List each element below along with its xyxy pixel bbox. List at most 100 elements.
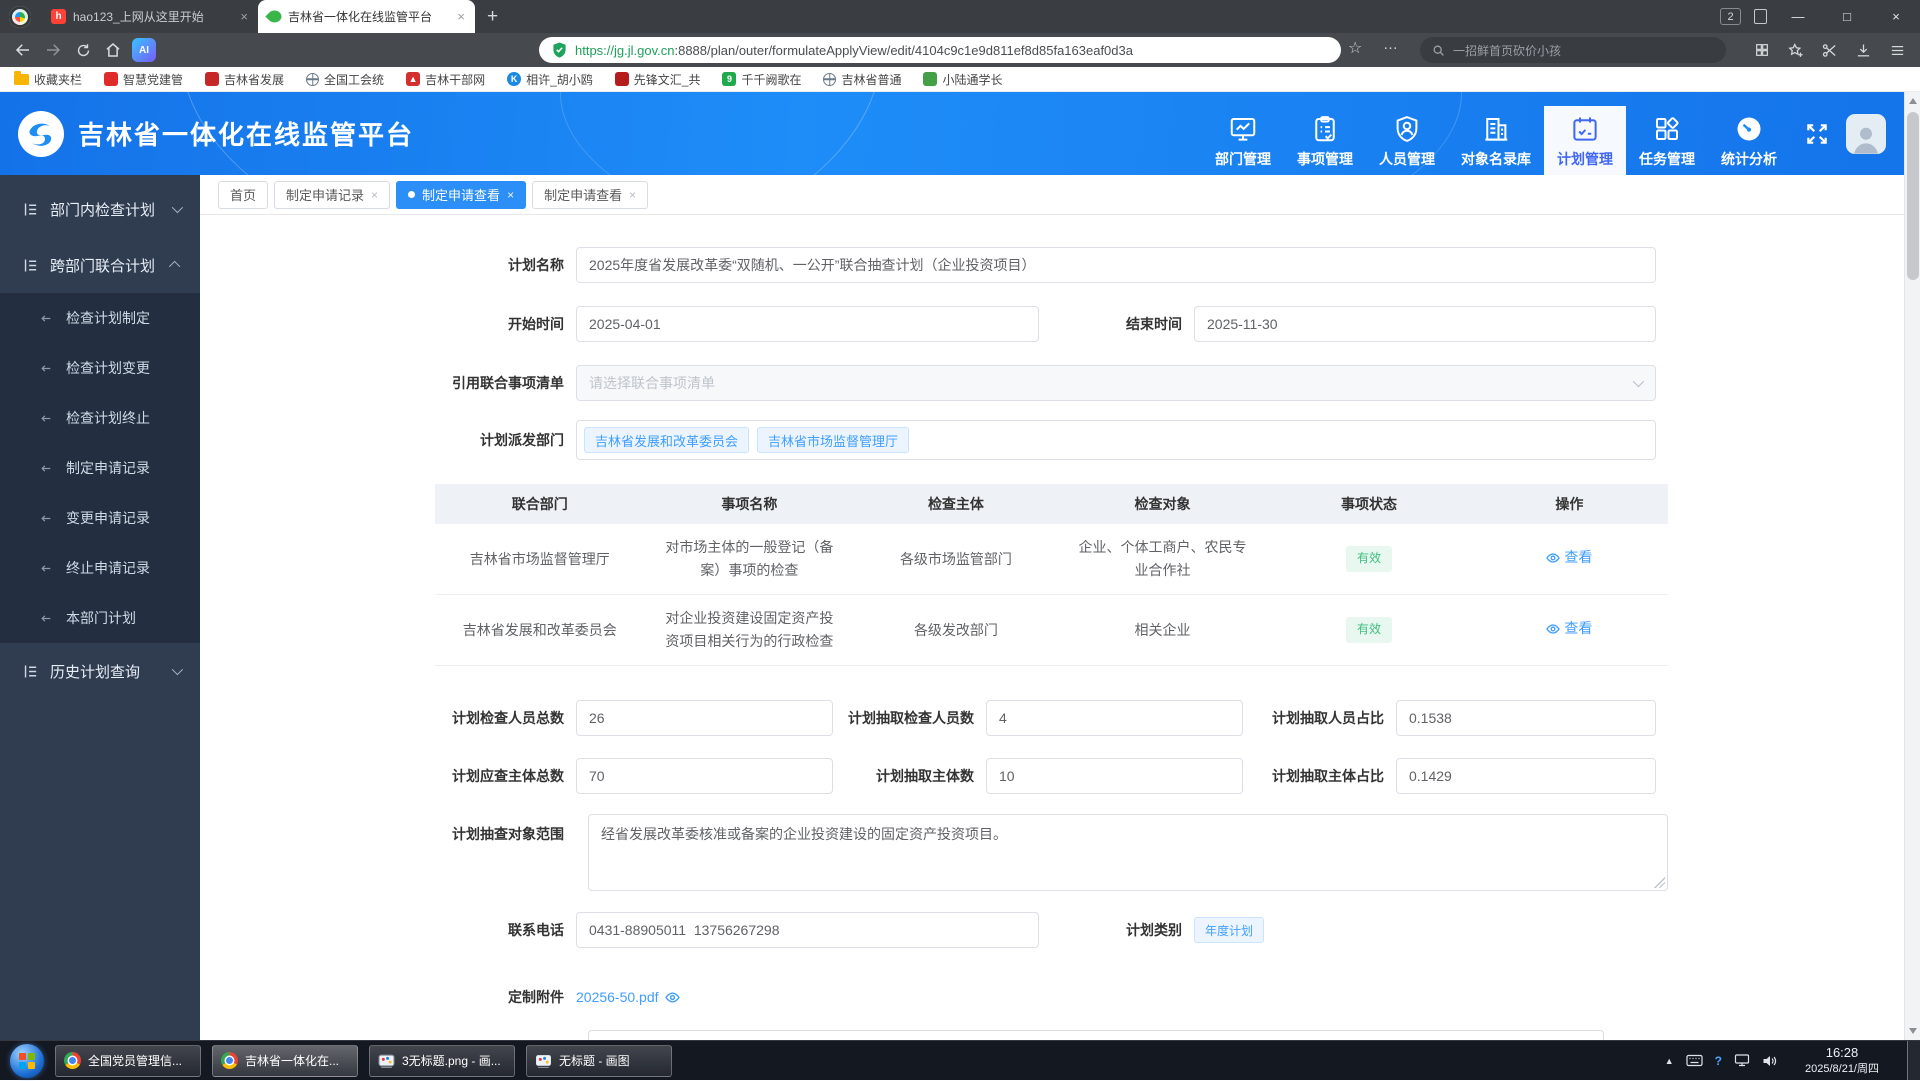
apps-grid-icon[interactable] bbox=[1754, 42, 1770, 58]
sidebar-item-formulate-records[interactable]: 制定申请记录 bbox=[0, 443, 200, 493]
start-time-input[interactable]: 2025-04-01 bbox=[576, 306, 1039, 342]
tray-expand-icon[interactable]: ▲ bbox=[1665, 1056, 1674, 1066]
scroll-up-arrow-icon[interactable] bbox=[1909, 98, 1917, 104]
arrow-left-icon bbox=[41, 464, 51, 472]
sidebar-item-change-records[interactable]: 变更申请记录 bbox=[0, 493, 200, 543]
bookmark-folder[interactable]: 收藏夹栏 bbox=[14, 70, 82, 88]
url-more-icon[interactable]: … bbox=[1383, 36, 1399, 53]
sidebar-item-plan-change[interactable]: 检查计划变更 bbox=[0, 343, 200, 393]
site-favicon bbox=[614, 72, 629, 86]
fullscreen-icon[interactable] bbox=[1804, 121, 1830, 147]
phone-input[interactable]: 0431-88905011 13756267298 bbox=[576, 912, 1039, 948]
sidebar-item-plan-terminate[interactable]: 检查计划终止 bbox=[0, 393, 200, 443]
field-label: 开始时间 bbox=[508, 316, 564, 332]
menu-icon[interactable] bbox=[1889, 42, 1906, 59]
inspector-ratio-input[interactable]: 0.1538 bbox=[1396, 700, 1656, 736]
sidebar-item-own-dept-plan[interactable]: 本部门计划 bbox=[0, 593, 200, 643]
scrollbar-thumb[interactable] bbox=[1907, 112, 1919, 280]
ref-list-select[interactable]: 请选择联合事项清单 bbox=[576, 365, 1656, 401]
plan-name-input[interactable]: 2025年度省发展改革委“双随机、一公开”联合抽查计划（企业投资项目） bbox=[576, 247, 1656, 283]
forward-icon[interactable] bbox=[38, 37, 68, 63]
monitor-tray-icon[interactable] bbox=[1734, 1054, 1750, 1067]
total-subjects-input[interactable]: 70 bbox=[576, 758, 833, 794]
url-field[interactable]: https://jg.jl.gov.cn:8888/plan/outer/for… bbox=[539, 37, 1341, 63]
sidebar-item-dept-plan[interactable]: 部门内检查计划 bbox=[0, 181, 200, 237]
page-tab-home[interactable]: 首页 bbox=[218, 180, 269, 209]
favorites-add-icon[interactable] bbox=[1787, 42, 1804, 59]
subject-ratio-input[interactable]: 0.1429 bbox=[1396, 758, 1656, 794]
nav-item-directory[interactable]: 对象名录库 bbox=[1448, 106, 1544, 175]
taskbar-button-platform[interactable]: 吉林省一体化在... bbox=[212, 1044, 358, 1077]
taskbar-button-paint-untitled[interactable]: 无标题 - 画图 bbox=[526, 1044, 672, 1077]
home-icon[interactable] bbox=[98, 37, 128, 63]
sidebar-item-plan-formulate[interactable]: 检查计划制定 bbox=[0, 293, 200, 343]
close-icon[interactable]: × bbox=[629, 188, 636, 202]
start-button[interactable] bbox=[10, 1043, 44, 1078]
tab-close-icon[interactable]: × bbox=[457, 9, 465, 24]
view-link[interactable]: 查看 bbox=[1546, 617, 1592, 640]
bookmark-item[interactable]: ▲ 吉林干部网 bbox=[406, 71, 485, 88]
browser-search-box[interactable]: 一招鲜首页砍价小孩 bbox=[1420, 37, 1726, 63]
bookmark-item[interactable]: 全国工会统 bbox=[306, 71, 384, 88]
window-close-button[interactable]: × bbox=[1878, 0, 1914, 33]
close-icon[interactable]: × bbox=[371, 188, 378, 202]
reload-icon[interactable] bbox=[68, 37, 98, 63]
bookmark-item[interactable]: 吉林省普通 bbox=[823, 71, 901, 88]
bookmark-item[interactable]: K 相许_胡小鸥 bbox=[507, 71, 593, 88]
scope-textarea[interactable]: 经省发展改革委核准或备案的企业投资建设的固定资产投资项目。 bbox=[588, 814, 1668, 891]
back-icon[interactable] bbox=[8, 37, 38, 63]
attachment-link[interactable]: 20256-50.pdf bbox=[576, 989, 680, 1005]
nav-item-statistics[interactable]: 统计分析 bbox=[1708, 106, 1790, 175]
taskbar-clock[interactable]: 16:28 2025/8/21/周四 bbox=[1789, 1044, 1895, 1076]
arrow-left-icon bbox=[41, 614, 51, 622]
tab-count-badge[interactable]: 2 bbox=[1720, 8, 1741, 25]
bookmark-item[interactable]: 小陆通学长 bbox=[923, 71, 1003, 88]
table-row: 吉林省市场监督管理厅 对市场主体的一般登记（备案）事项的检查 各级市场监管部门 … bbox=[435, 524, 1668, 596]
dept-tag[interactable]: 吉林省发展和改革委员会 bbox=[584, 427, 750, 453]
sidebar-item-cross-dept-plan[interactable]: 跨部门联合计划 bbox=[0, 237, 200, 293]
volume-icon[interactable] bbox=[1762, 1054, 1777, 1068]
sampled-inspectors-input[interactable]: 4 bbox=[986, 700, 1243, 736]
show-desktop-button[interactable] bbox=[1907, 1040, 1920, 1081]
nav-item-plan[interactable]: 计划管理 bbox=[1544, 106, 1626, 175]
bookmark-item[interactable]: 吉林省发展 bbox=[205, 71, 284, 88]
nav-item-matters[interactable]: 事项管理 bbox=[1284, 106, 1366, 175]
bookmark-item[interactable]: 9 千千阙歌在 bbox=[722, 71, 801, 88]
nav-item-personnel[interactable]: 人员管理 bbox=[1366, 106, 1448, 175]
taskbar-button-paint-png[interactable]: 3无标题.png - 画... bbox=[369, 1044, 515, 1077]
total-inspectors-input[interactable]: 26 bbox=[576, 700, 833, 736]
page-scrollbar[interactable] bbox=[1904, 92, 1920, 1040]
dept-tag[interactable]: 吉林省市场监督管理厅 bbox=[757, 427, 910, 453]
tab-close-icon[interactable]: × bbox=[240, 9, 248, 24]
sampled-subjects-input[interactable]: 10 bbox=[986, 758, 1243, 794]
end-time-input[interactable]: 2025-11-30 bbox=[1194, 306, 1656, 342]
taskbar-button-party-system[interactable]: 全国党员管理信... bbox=[55, 1044, 201, 1077]
view-link[interactable]: 查看 bbox=[1546, 546, 1592, 569]
bookmark-item[interactable]: 先锋文汇_共 bbox=[614, 71, 700, 88]
bookmark-item[interactable]: 智慧党建管 bbox=[104, 71, 183, 88]
dispatch-dept-box[interactable]: 吉林省发展和改革委员会 吉林省市场监督管理厅 bbox=[576, 420, 1656, 460]
sidebar-item-history-query[interactable]: 历史计划查询 bbox=[0, 643, 200, 699]
nav-item-department[interactable]: 部门管理 bbox=[1202, 106, 1284, 175]
nav-item-task[interactable]: 任务管理 bbox=[1626, 106, 1708, 175]
screenshot-scissors-icon[interactable] bbox=[1821, 42, 1838, 59]
bookmark-star-icon[interactable]: ☆ bbox=[1348, 38, 1362, 58]
help-tray-icon[interactable]: ? bbox=[1715, 1054, 1722, 1068]
sidebar-item-terminate-records[interactable]: 终止申请记录 bbox=[0, 543, 200, 593]
page-tab-formulate-records[interactable]: 制定申请记录 × bbox=[274, 180, 391, 209]
page-tab-formulate-view-active[interactable]: 制定申请查看 × bbox=[396, 180, 527, 209]
ai-assistant-button[interactable]: AI bbox=[132, 38, 156, 62]
browser-logo[interactable] bbox=[9, 5, 31, 28]
downloads-icon[interactable] bbox=[1855, 42, 1872, 59]
keyboard-icon[interactable] bbox=[1686, 1054, 1703, 1067]
scroll-down-arrow-icon[interactable] bbox=[1909, 1028, 1917, 1034]
user-avatar[interactable] bbox=[1846, 113, 1886, 154]
page-tab-formulate-view[interactable]: 制定申请查看 × bbox=[532, 180, 649, 209]
reading-list-icon[interactable] bbox=[1754, 9, 1767, 24]
browser-tab-hao123[interactable]: h hao123_上网从这里开始 × bbox=[41, 0, 258, 33]
browser-tab-platform[interactable]: 吉林省一体化在线监管平台 × bbox=[258, 0, 475, 33]
window-minimize-button[interactable]: — bbox=[1780, 0, 1816, 33]
new-tab-button[interactable]: + bbox=[487, 6, 498, 28]
close-icon[interactable]: × bbox=[507, 188, 514, 202]
window-maximize-button[interactable]: □ bbox=[1829, 0, 1865, 33]
